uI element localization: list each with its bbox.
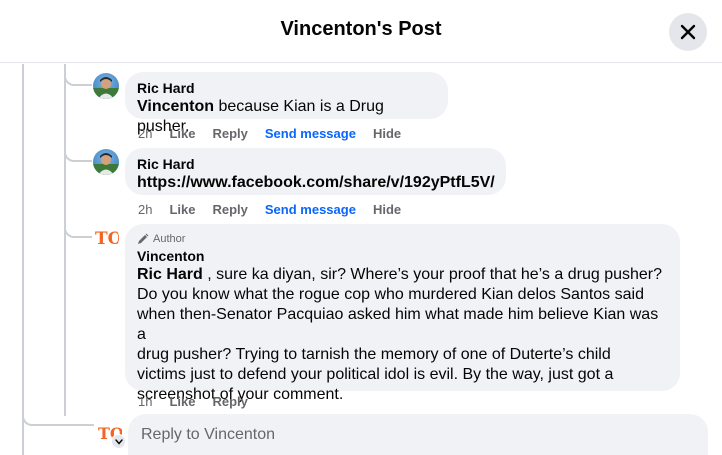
page-logo-icon: TO bbox=[95, 229, 119, 249]
comment-bubble: Author Vincenton Ric Hard , sure ka diya… bbox=[125, 224, 680, 403]
hide-button[interactable]: Hide bbox=[373, 202, 401, 217]
page-title: Vincenton's Post bbox=[280, 18, 442, 40]
chevron-down-icon bbox=[114, 438, 123, 445]
thread-line-outer bbox=[22, 64, 24, 455]
comment-line: when then-Senator Pacquiao asked him wha… bbox=[137, 306, 659, 343]
comment-line: drug pusher? Trying to tarnish the memor… bbox=[137, 346, 611, 363]
reply-placeholder: Reply to Vincenton bbox=[141, 426, 276, 443]
thread-connector bbox=[64, 222, 92, 238]
thread-connector bbox=[64, 70, 92, 86]
like-button[interactable]: Like bbox=[169, 126, 195, 141]
reply-input[interactable]: Reply to Vincenton bbox=[128, 414, 708, 455]
pencil-icon bbox=[138, 233, 149, 244]
thread-connector bbox=[64, 146, 92, 162]
reply-button[interactable]: Reply bbox=[212, 394, 247, 409]
hide-button[interactable]: Hide bbox=[373, 126, 401, 141]
like-button[interactable]: Like bbox=[169, 394, 195, 409]
timestamp[interactable]: 1h bbox=[138, 394, 152, 409]
comment-line: victims just to defend your political id… bbox=[137, 366, 614, 383]
comment-actions: 2h Like Reply Send message Hide bbox=[138, 126, 401, 141]
timestamp[interactable]: 2h bbox=[138, 126, 152, 141]
avatar[interactable] bbox=[93, 73, 119, 99]
shared-link[interactable]: https://www.facebook.com/share/v/192yPtf… bbox=[137, 173, 495, 193]
thread-connector bbox=[22, 410, 94, 426]
mention-link[interactable]: Vincenton bbox=[137, 98, 214, 115]
author-badge-label: Author bbox=[153, 233, 186, 245]
user-photo-icon bbox=[93, 77, 119, 99]
comment-actions: 2h Like Reply Send message Hide bbox=[138, 202, 401, 217]
thread-line-inner bbox=[64, 64, 66, 416]
close-icon bbox=[680, 24, 696, 40]
comment-author[interactable]: Vincenton bbox=[137, 248, 668, 265]
comment-actions: 1h Like Reply bbox=[138, 394, 248, 409]
svg-text:TO: TO bbox=[95, 229, 119, 249]
comment-line: Do you know what the rogue cop who murde… bbox=[137, 286, 644, 303]
comment-line: , sure ka diyan, sir? Where’s your proof… bbox=[202, 266, 663, 283]
like-button[interactable]: Like bbox=[169, 202, 195, 217]
timestamp[interactable]: 2h bbox=[138, 202, 152, 217]
dialog-header: Vincenton's Post bbox=[0, 0, 722, 63]
mention-link[interactable]: Ric Hard bbox=[137, 266, 203, 283]
comment-bubble: Ric Hard https://www.facebook.com/share/… bbox=[125, 148, 506, 195]
reply-button[interactable]: Reply bbox=[212, 202, 247, 217]
send-message-button[interactable]: Send message bbox=[265, 202, 356, 217]
comment-text: Ric Hard , sure ka diyan, sir? Where’s y… bbox=[137, 265, 668, 405]
comment-bubble: Ric Hard Vincenton because Kian is a Dru… bbox=[125, 72, 448, 135]
close-button[interactable] bbox=[669, 13, 707, 51]
avatar[interactable]: TO bbox=[93, 225, 119, 251]
comment-author[interactable]: Ric Hard bbox=[137, 156, 494, 173]
avatar[interactable] bbox=[93, 149, 119, 175]
send-message-button[interactable]: Send message bbox=[265, 126, 356, 141]
comment-author[interactable]: Ric Hard bbox=[137, 80, 436, 97]
reply-button[interactable]: Reply bbox=[212, 126, 247, 141]
user-photo-icon bbox=[93, 153, 119, 175]
post-dialog: Vincenton's Post Ric Hard Vincenton beca… bbox=[0, 0, 722, 455]
profile-switch-button[interactable] bbox=[111, 434, 126, 449]
author-badge: Author bbox=[137, 232, 668, 246]
reply-avatar[interactable]: TO bbox=[96, 421, 126, 449]
